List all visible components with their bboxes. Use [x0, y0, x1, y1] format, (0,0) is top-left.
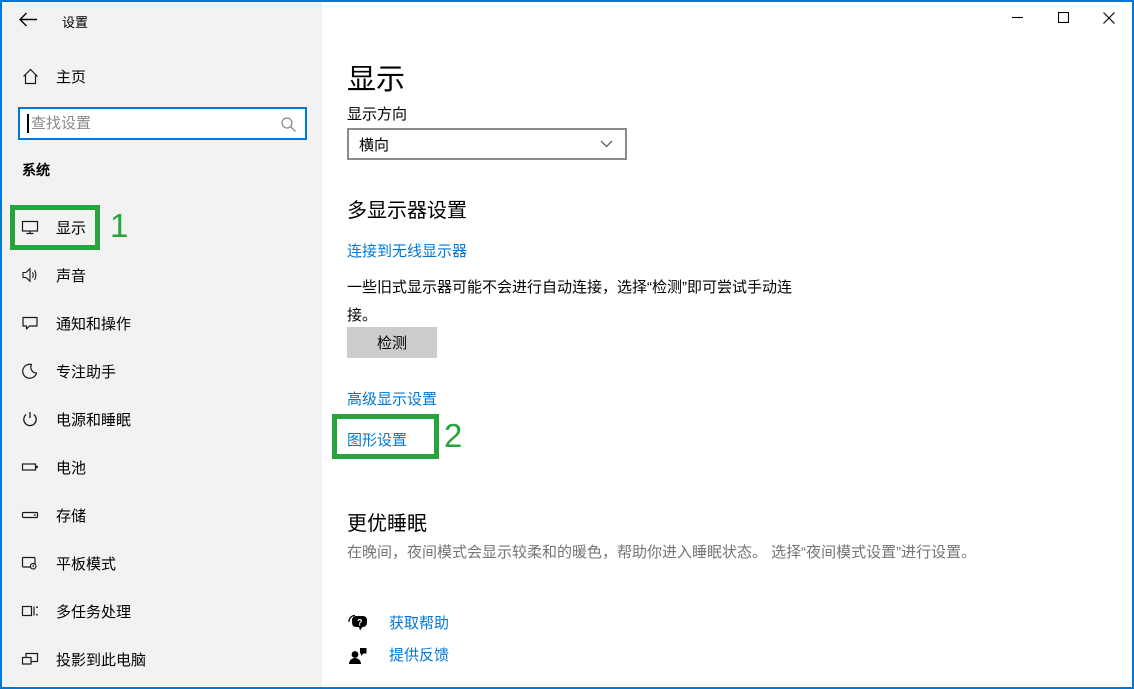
- wireless-display-link[interactable]: 连接到无线显示器: [347, 240, 467, 261]
- sidebar-item-battery[interactable]: 电池: [2, 443, 322, 491]
- graphics-settings-link[interactable]: 图形设置: [347, 429, 407, 450]
- sidebar-section-system: 系统: [22, 160, 50, 180]
- advanced-display-link[interactable]: 高级显示设置: [347, 388, 437, 409]
- sidebar-item-label: 专注助手: [56, 361, 116, 382]
- detect-description: 一些旧式显示器可能不会进行自动连接，选择“检测”即可尝试手动连接。: [347, 274, 817, 330]
- sidebar-item-storage[interactable]: 存储: [2, 491, 322, 539]
- feedback-label: 提供反馈: [389, 644, 449, 665]
- sleep-better-heading: 更优睡眠: [347, 507, 427, 536]
- sidebar-item-power-sleep[interactable]: 电源和睡眠: [2, 395, 322, 443]
- sidebar-item-home[interactable]: 主页: [2, 61, 322, 91]
- display-monitor-icon: [21, 218, 39, 236]
- orientation-dropdown[interactable]: 横向: [347, 128, 627, 160]
- chevron-down-icon: [600, 140, 613, 148]
- feedback-link[interactable]: 提供反馈: [347, 644, 449, 665]
- sidebar-item-sound[interactable]: 声音: [2, 251, 322, 299]
- get-help-link[interactable]: ? 获取帮助: [347, 612, 449, 633]
- maximize-icon: [1058, 12, 1069, 23]
- sidebar-item-display[interactable]: 显示: [2, 203, 322, 251]
- project-screens-icon: [21, 650, 39, 668]
- settings-window: 设置 主页 系统: [0, 0, 1134, 689]
- sidebar-nav: 显示 声音 通知和操作: [2, 203, 322, 683]
- power-icon: [21, 410, 39, 428]
- minimize-button[interactable]: [994, 2, 1040, 33]
- close-icon: [1103, 12, 1115, 24]
- page-title: 显示: [347, 56, 405, 98]
- speaker-icon: [21, 266, 39, 284]
- sidebar-item-label: 显示: [56, 217, 86, 238]
- sidebar-item-label: 电源和睡眠: [56, 409, 131, 430]
- sidebar-item-label: 存储: [56, 505, 86, 526]
- multi-display-heading: 多显示器设置: [347, 194, 467, 223]
- speech-bubble-icon: [21, 314, 39, 332]
- crescent-moon-icon: [21, 362, 39, 380]
- sidebar-item-label: 电池: [56, 457, 86, 478]
- sidebar-item-label: 投影到此电脑: [56, 649, 146, 670]
- minimize-icon: [1012, 12, 1023, 23]
- text-caret: [27, 114, 29, 133]
- home-label: 主页: [56, 66, 86, 87]
- storage-drive-icon: [21, 506, 39, 524]
- sidebar-item-tablet-mode[interactable]: 平板模式: [2, 539, 322, 587]
- maximize-button[interactable]: [1040, 2, 1086, 33]
- back-arrow-icon: [18, 11, 40, 28]
- orientation-label: 显示方向: [347, 103, 407, 124]
- get-help-label: 获取帮助: [389, 612, 449, 633]
- search-icon[interactable]: [280, 116, 297, 133]
- close-button[interactable]: [1086, 2, 1132, 33]
- window-controls: [994, 2, 1132, 33]
- sidebar-item-label: 平板模式: [56, 553, 116, 574]
- sidebar-item-label: 声音: [56, 265, 86, 286]
- feedback-person-icon: [347, 645, 369, 665]
- sidebar-item-focus-assist[interactable]: 专注助手: [2, 347, 322, 395]
- tablet-icon: [21, 554, 39, 572]
- main-content: 显示 显示方向 横向 多显示器设置 连接到无线显示器 一些旧式显示器可能不会进行…: [322, 2, 1132, 687]
- night-light-description: 在晚间，夜间模式会显示较柔和的暖色，帮助你进入睡眠状态。 选择“夜间模式设置”进…: [347, 541, 1047, 562]
- svg-text:?: ?: [357, 617, 363, 627]
- search-input[interactable]: [20, 109, 305, 138]
- multitask-windows-icon: [21, 602, 39, 620]
- sidebar-item-multitasking[interactable]: 多任务处理: [2, 587, 322, 635]
- sidebar-item-label: 多任务处理: [56, 601, 131, 622]
- sidebar-item-label: 通知和操作: [56, 313, 131, 334]
- battery-icon: [21, 458, 39, 476]
- back-button[interactable]: [18, 11, 40, 29]
- sidebar-item-projecting[interactable]: 投影到此电脑: [2, 635, 322, 683]
- home-icon: [21, 67, 39, 85]
- app-title: 设置: [62, 12, 88, 31]
- orientation-selected-value: 横向: [359, 134, 389, 155]
- sidebar-item-notifications[interactable]: 通知和操作: [2, 299, 322, 347]
- detect-button[interactable]: 检测: [347, 327, 437, 358]
- search-box[interactable]: [18, 107, 307, 140]
- help-bubble-icon: ?: [347, 613, 369, 633]
- sidebar: 设置 主页 系统: [2, 2, 322, 687]
